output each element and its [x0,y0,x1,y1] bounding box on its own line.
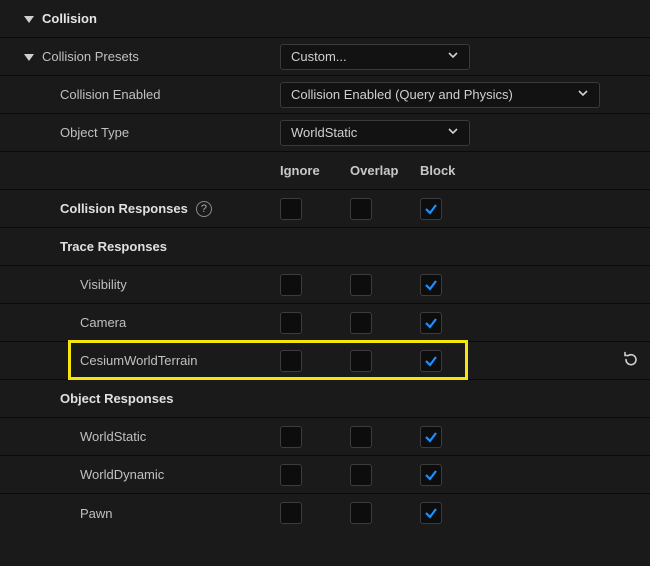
chevron-down-icon [447,125,459,140]
cesium-world-terrain-row: CesiumWorldTerrain [0,342,650,380]
camera-row: Camera [0,304,650,342]
checkbox-overlap[interactable] [350,312,372,334]
checkbox-ignore[interactable] [280,502,302,524]
column-ignore: Ignore [280,163,350,178]
reset-icon[interactable] [622,350,640,371]
object-type-dropdown[interactable]: WorldStatic [280,120,470,146]
collision-presets-label: Collision Presets [42,49,139,64]
collision-presets-dropdown[interactable]: Custom... [280,44,470,70]
response-columns-header: Ignore Overlap Block [0,152,650,190]
checkbox-ignore[interactable] [280,464,302,486]
pawn-label: Pawn [80,506,113,521]
checkbox-ignore[interactable] [280,312,302,334]
checkbox-block[interactable] [420,464,442,486]
chevron-down-icon [447,49,459,64]
collision-section-header[interactable]: Collision [0,0,650,38]
world-dynamic-label: WorldDynamic [80,467,164,482]
collision-responses-label: Collision Responses [60,201,188,216]
trace-responses-label: Trace Responses [60,239,167,254]
visibility-label: Visibility [80,277,127,292]
collision-title: Collision [42,11,97,26]
chevron-down-icon [577,87,589,102]
world-dynamic-row: WorldDynamic [0,456,650,494]
pawn-row: Pawn [0,494,650,532]
help-icon[interactable]: ? [196,201,212,217]
checkbox-overlap[interactable] [350,502,372,524]
column-overlap: Overlap [350,163,420,178]
object-type-value: WorldStatic [291,125,357,140]
object-type-row: Object Type WorldStatic [0,114,650,152]
checkbox-ignore[interactable] [280,274,302,296]
world-static-row: WorldStatic [0,418,650,456]
collapse-icon[interactable] [22,12,36,26]
collision-responses-row: Collision Responses ? [0,190,650,228]
checkbox-block[interactable] [420,350,442,372]
collision-enabled-value: Collision Enabled (Query and Physics) [291,87,513,102]
visibility-row: Visibility [0,266,650,304]
checkbox-ignore[interactable] [280,350,302,372]
checkbox-overlap[interactable] [350,350,372,372]
checkbox-ignore[interactable] [280,426,302,448]
checkbox-overlap[interactable] [350,464,372,486]
checkbox-ignore[interactable] [280,198,302,220]
collision-enabled-label: Collision Enabled [60,87,160,102]
collapse-icon[interactable] [22,50,36,64]
checkbox-block[interactable] [420,198,442,220]
object-responses-label: Object Responses [60,391,173,406]
checkbox-overlap[interactable] [350,274,372,296]
collision-enabled-row: Collision Enabled Collision Enabled (Que… [0,76,650,114]
cesium-label: CesiumWorldTerrain [80,353,198,368]
checkbox-block[interactable] [420,502,442,524]
trace-responses-header: Trace Responses [0,228,650,266]
collision-presets-row: Collision Presets Custom... [0,38,650,76]
world-static-label: WorldStatic [80,429,146,444]
collision-panel: Collision Collision Presets Custom... Co… [0,0,650,566]
column-block: Block [420,163,490,178]
checkbox-block[interactable] [420,312,442,334]
camera-label: Camera [80,315,126,330]
collision-presets-value: Custom... [291,49,347,64]
checkbox-overlap[interactable] [350,426,372,448]
checkbox-block[interactable] [420,274,442,296]
checkbox-block[interactable] [420,426,442,448]
checkbox-overlap[interactable] [350,198,372,220]
object-responses-header: Object Responses [0,380,650,418]
collision-enabled-dropdown[interactable]: Collision Enabled (Query and Physics) [280,82,600,108]
object-type-label: Object Type [60,125,129,140]
